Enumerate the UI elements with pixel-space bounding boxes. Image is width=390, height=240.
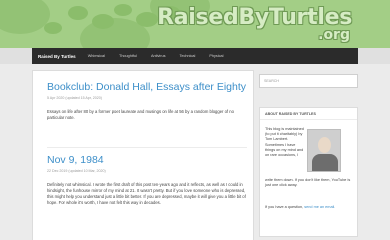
author-photo-body bbox=[312, 154, 338, 171]
about-text-continued: write them down. If you don't like them,… bbox=[265, 178, 351, 188]
about-contact-prefix: If you have a question, bbox=[265, 205, 304, 209]
post: Nov 9, 1984 22 Dec 2019 (updated 10 Mar,… bbox=[47, 154, 247, 206]
nav-bar-background: Raised By Turtles Whimsical Thoughtful A… bbox=[0, 48, 390, 64]
nav-item-thoughtful[interactable]: Thoughtful bbox=[113, 54, 145, 58]
turtle-icon bbox=[136, 12, 158, 27]
about-widget: ABOUT RAISED BY TURTLES This blog is mai… bbox=[259, 107, 358, 237]
turtle-icon bbox=[44, 22, 62, 34]
site-logo-suffix: .org bbox=[318, 27, 350, 43]
header-decoration bbox=[0, 0, 50, 34]
turtle-icon bbox=[68, 6, 88, 20]
post-meta: 5 Apr 2020 (updated 15 Apr, 2020) bbox=[47, 96, 102, 100]
post-divider bbox=[47, 147, 247, 148]
nav-item-antivirus[interactable]: Antivirus bbox=[145, 54, 174, 58]
main-content: Bookclub: Donald Hall, Essays after Eigh… bbox=[32, 70, 254, 240]
author-photo bbox=[307, 129, 341, 172]
post-title-link[interactable]: Nov 9, 1984 bbox=[47, 154, 247, 166]
author-photo-head bbox=[318, 137, 331, 153]
post-title-link[interactable]: Bookclub: Donald Hall, Essays after Eigh… bbox=[47, 81, 247, 93]
nav-item-physical[interactable]: Physical bbox=[203, 54, 231, 58]
email-link[interactable]: send me an email. bbox=[304, 205, 335, 209]
about-widget-title: ABOUT RAISED BY TURTLES bbox=[260, 108, 357, 120]
nav-item-technical[interactable]: Technical bbox=[174, 54, 204, 58]
turtle-icon bbox=[92, 14, 114, 29]
post: Bookclub: Donald Hall, Essays after Eigh… bbox=[47, 81, 247, 121]
search-input[interactable]: SEARCH bbox=[259, 74, 358, 88]
about-contact: If you have a question, send me an email… bbox=[265, 205, 353, 210]
post-excerpt: Essays on life after 80 by a former poet… bbox=[47, 109, 234, 120]
post-excerpt: Definitely not whimsical. I wrote the fi… bbox=[47, 182, 246, 205]
nav-bar: Raised By Turtles Whimsical Thoughtful A… bbox=[32, 48, 358, 64]
nav-brand-link[interactable]: Raised By Turtles bbox=[32, 54, 82, 59]
turtle-icon bbox=[114, 4, 132, 16]
site-header: RaisedByTurtles .org bbox=[0, 0, 390, 48]
nav-item-whimsical[interactable]: Whimsical bbox=[82, 54, 113, 58]
post-meta: 22 Dec 2019 (updated 10 Mar, 2020) bbox=[47, 169, 106, 173]
about-text: This blog is maintained (to put it chari… bbox=[265, 127, 304, 158]
